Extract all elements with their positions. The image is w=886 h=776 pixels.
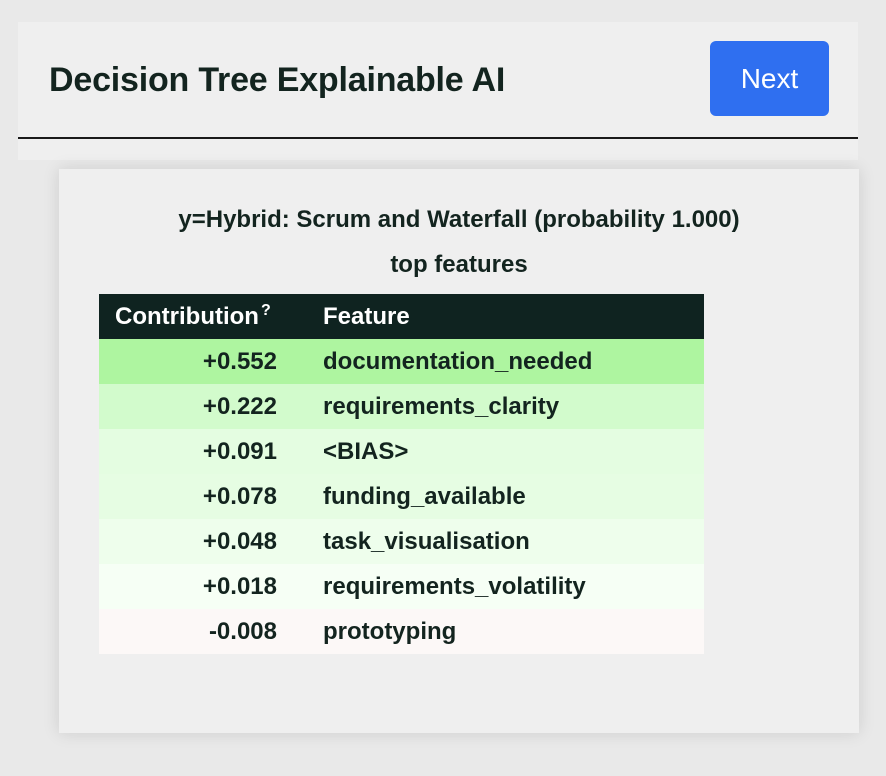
table-row: +0.018 requirements_volatility bbox=[99, 564, 704, 609]
explanation-card: y=Hybrid: Scrum and Waterfall (probabili… bbox=[59, 169, 859, 733]
feature-rows: +0.552 documentation_needed +0.222 requirem… bbox=[99, 339, 704, 654]
feature-name: prototyping bbox=[323, 617, 457, 645]
page-title: Decision Tree Explainable AI bbox=[49, 61, 506, 99]
contribution-column-header: Contribution? bbox=[99, 294, 323, 339]
page: Decision Tree Explainable AI Next y=Hybr… bbox=[0, 0, 886, 776]
feature-column-header: Feature bbox=[323, 294, 704, 339]
header-panel: Decision Tree Explainable AI Next bbox=[18, 22, 858, 160]
table-row: +0.091 <BIAS> bbox=[99, 429, 704, 474]
contribution-header-label: Contribution bbox=[115, 302, 259, 330]
contribution-value: +0.222 bbox=[202, 392, 277, 420]
next-button[interactable]: Next bbox=[710, 41, 829, 116]
contribution-value: +0.078 bbox=[202, 482, 277, 510]
table-row: +0.078 funding_available bbox=[99, 474, 704, 519]
explanation-heading: y=Hybrid: Scrum and Waterfall (probabili… bbox=[59, 197, 859, 287]
feature-name: requirements_volatility bbox=[323, 572, 586, 600]
feature-name: requirements_clarity bbox=[323, 392, 560, 420]
contribution-value: -0.008 bbox=[208, 617, 277, 645]
top-features-subtitle: top features bbox=[390, 251, 528, 278]
contribution-value: +0.018 bbox=[202, 572, 277, 600]
feature-name: funding_available bbox=[323, 482, 526, 510]
contribution-help-icon[interactable]: ? bbox=[261, 302, 271, 319]
table-header-row: Contribution? Feature bbox=[99, 294, 704, 339]
prediction-title: y=Hybrid: Scrum and Waterfall (probabili… bbox=[178, 206, 740, 233]
feature-name: task_visualisation bbox=[323, 527, 530, 555]
table-row: +0.222 requirements_clarity bbox=[99, 384, 704, 429]
table-row: +0.552 documentation_needed bbox=[99, 339, 704, 384]
contribution-value: +0.048 bbox=[202, 527, 277, 555]
table-row: -0.008 prototyping bbox=[99, 609, 704, 654]
header: Decision Tree Explainable AI Next bbox=[18, 22, 858, 139]
contribution-value: +0.091 bbox=[202, 437, 277, 465]
feature-name: <BIAS> bbox=[323, 437, 409, 465]
feature-contribution-table: Contribution? Feature +0.552 documentatio… bbox=[99, 294, 704, 654]
feature-name: documentation_needed bbox=[323, 347, 593, 375]
table-row: +0.048 task_visualisation bbox=[99, 519, 704, 564]
contribution-value: +0.552 bbox=[202, 347, 277, 375]
